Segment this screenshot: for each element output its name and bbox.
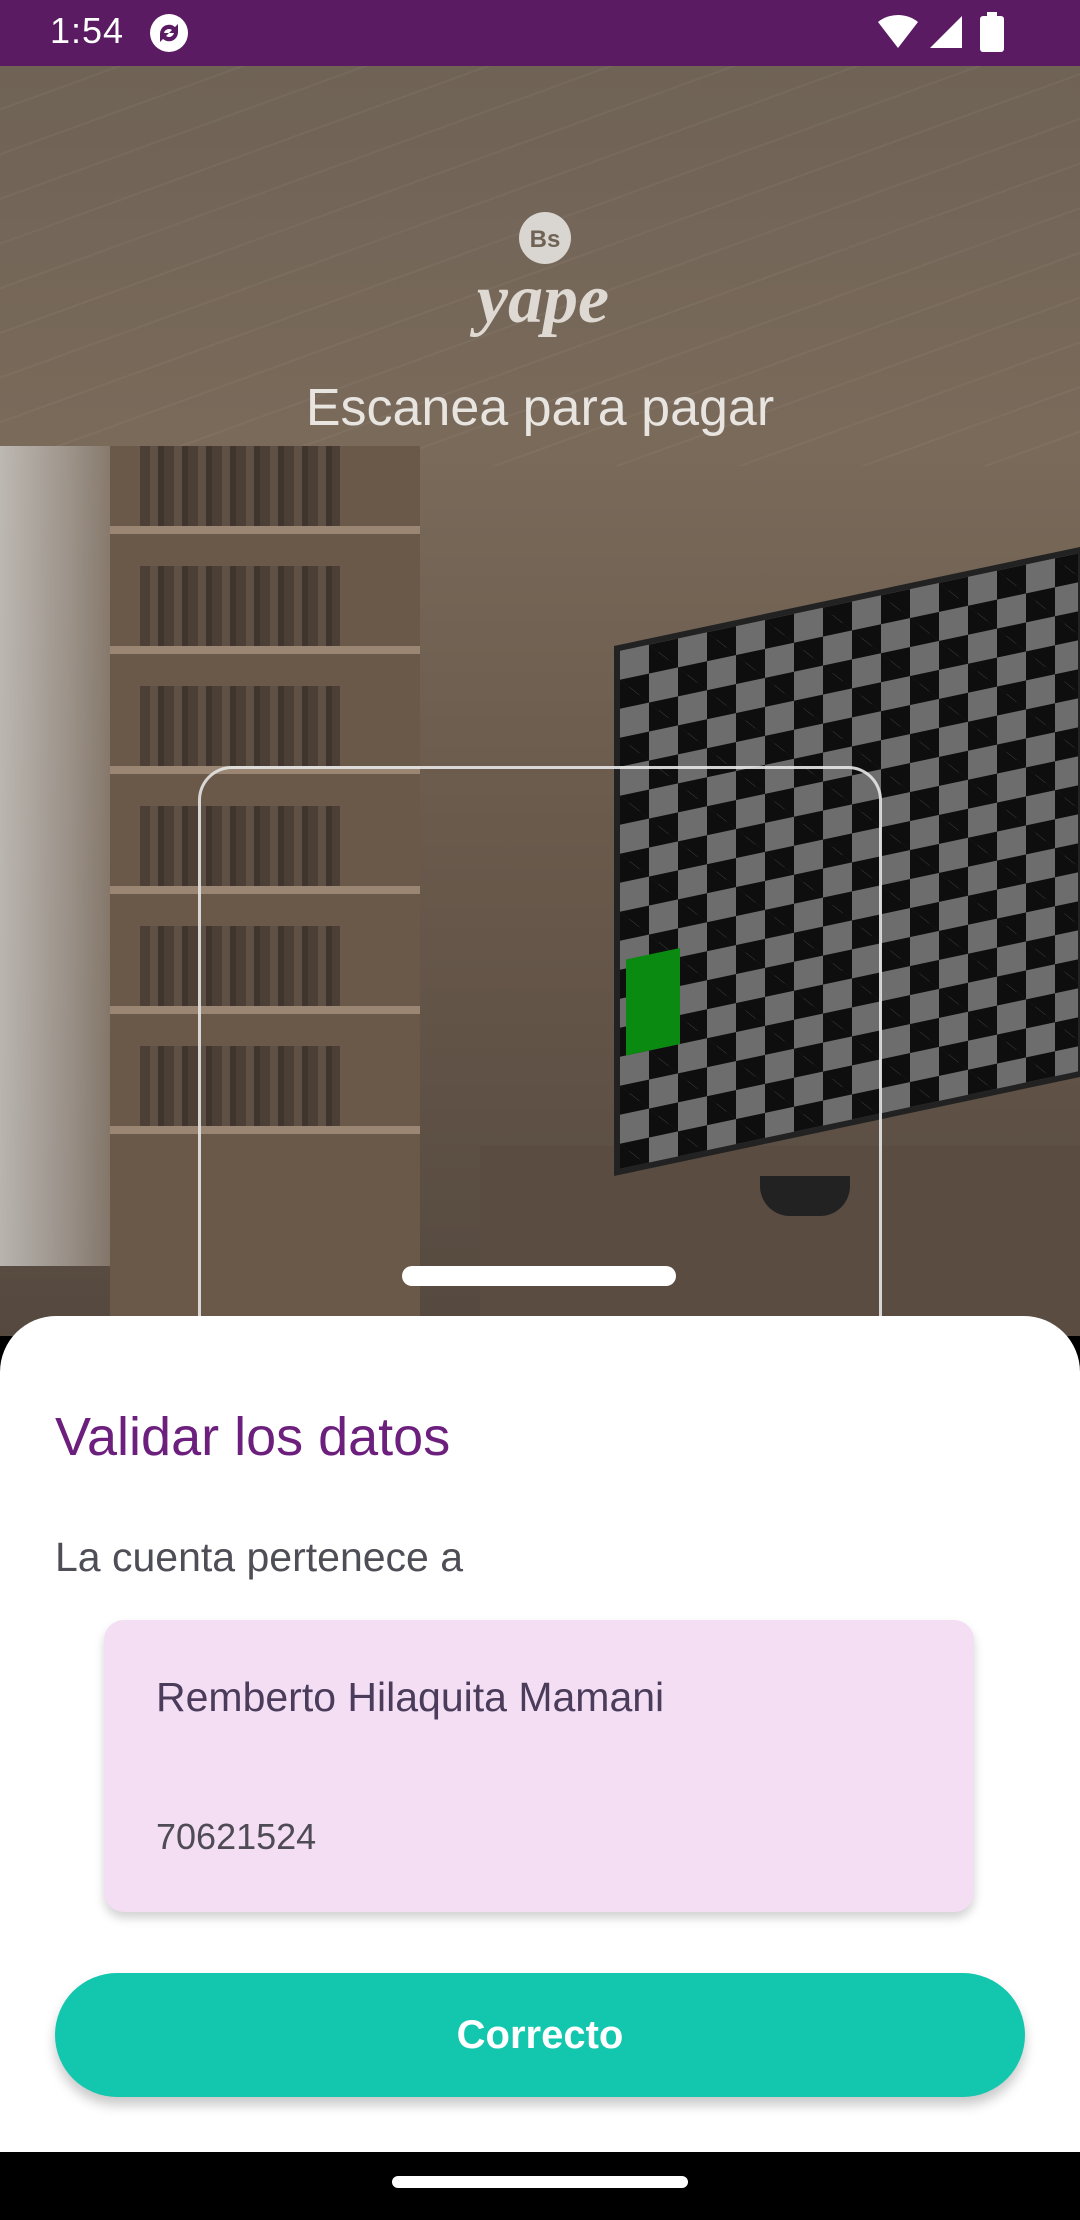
sheet-subtitle: La cuenta pertenece a (55, 1534, 464, 1580)
battery-icon (980, 12, 1004, 52)
validation-sheet: Validar los datos La cuenta pertenece a … (0, 1316, 1080, 2152)
logo-badge: Bs (530, 226, 561, 253)
status-time: 1:54 (50, 10, 125, 51)
scan-frame (198, 766, 882, 1406)
sheet-title: Validar los datos (55, 1407, 451, 1467)
camera-window (0, 446, 110, 1266)
sync-icon (150, 14, 188, 52)
home-gesture-bar[interactable] (392, 2176, 688, 2188)
scan-title: Escanea para pagar (305, 379, 775, 437)
account-name: Remberto Hilaquita Mamani (156, 1674, 665, 1720)
navigation-bar (0, 2152, 1080, 2220)
signal-icon (930, 16, 962, 48)
yape-logo: Bs yape (470, 212, 609, 338)
status-bar: 1:54 (0, 0, 1080, 66)
sheet-drag-handle[interactable] (402, 1266, 676, 1286)
account-number: 70621524 (156, 1816, 317, 1857)
account-card: Remberto Hilaquita Mamani 70621524 (104, 1620, 974, 1912)
logo-text: yape (470, 261, 609, 338)
wifi-icon (878, 14, 918, 49)
confirm-button[interactable]: Correcto (55, 1973, 1025, 2097)
